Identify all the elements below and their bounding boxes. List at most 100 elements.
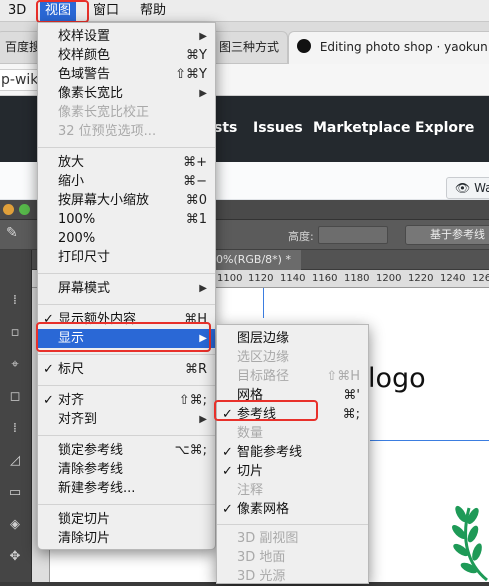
menu-item-label: 切片 (237, 464, 264, 479)
submenu-item-smart-guides[interactable]: ✓ 智能参考线 (217, 443, 368, 462)
view-menu: 校样设置 ▶ 校样颜色 ⌘Y 色域警告 ⇧⌘Y 像素长宽比 ▶ 像素长宽比校正 32 位… (37, 22, 216, 550)
laurel-wreath-icon (452, 505, 488, 582)
browser-tab[interactable]: 图三种方式 (210, 31, 288, 64)
menu-item-32bit-preview: 32 位预览选项... (38, 122, 215, 141)
menu-item-200-percent[interactable]: 200% (38, 229, 215, 248)
menu-item-label: 打印尺寸 (58, 250, 111, 265)
tool-icon[interactable]: ▫ (0, 322, 30, 344)
menu-item-clear-slices[interactable]: 清除切片 (38, 529, 215, 548)
nav-link[interactable]: sts (214, 120, 237, 136)
menu-separator (38, 273, 215, 274)
nav-link-marketplace[interactable]: Marketplace (313, 120, 410, 136)
checkmark-icon: ✓ (222, 502, 233, 517)
from-guides-button[interactable]: 基于参考线 (405, 225, 489, 245)
submenu-item-layer-edges[interactable]: 图层边缘 (217, 329, 368, 348)
menu-item-lock-guides[interactable]: 锁定参考线 ⌥⌘; (38, 441, 215, 460)
tool-icon[interactable]: ◻ (0, 386, 30, 408)
submenu-item-target-path: 目标路径 ⇧⌘H (217, 367, 368, 386)
submenu-item-selection-edges: 选区边缘 (217, 348, 368, 367)
menu-help[interactable]: 帮助 (135, 0, 171, 22)
shortcut: ⌘' (343, 388, 360, 403)
minimize-window-button[interactable] (3, 204, 14, 215)
menu-item-proof-setup[interactable]: 校样设置 ▶ (38, 27, 215, 46)
shortcut: ⌘− (183, 174, 207, 189)
ruler-tick-label: 1120 (248, 273, 274, 284)
menu-item-label: 3D 地面 (237, 550, 286, 565)
tool-icon[interactable]: ✥ (0, 546, 30, 568)
menu-item-label: 标尺 (58, 362, 85, 377)
menu-item-screen-mode[interactable]: 屏幕模式 ▶ (38, 279, 215, 298)
menu-item-label: 选区边缘 (237, 350, 290, 365)
tool-icon[interactable]: ⌖ (0, 354, 30, 376)
shortcut: ⌘0 (185, 193, 207, 208)
menu-item-gamut-warning[interactable]: 色域警告 ⇧⌘Y (38, 65, 215, 84)
tool-icon[interactable]: ⁞ (0, 290, 30, 312)
menu-item-rulers[interactable]: ✓ 标尺 ⌘R (38, 360, 215, 379)
menu-item-zoom-out[interactable]: 缩小 ⌘− (38, 172, 215, 191)
tool-icon[interactable]: ⁞ (0, 418, 30, 440)
submenu-item-slices[interactable]: ✓ 切片 (217, 462, 368, 481)
menu-item-label: 清除参考线 (58, 462, 124, 477)
shortcut: ⇧⌘Y (175, 67, 207, 82)
menu-item-pixel-aspect-correction: 像素长宽比校正 (38, 103, 215, 122)
menu-item-zoom-in[interactable]: 放大 ⌘+ (38, 153, 215, 172)
menu-item-label: 对齐到 (58, 412, 98, 427)
nav-link-issues[interactable]: Issues (253, 120, 303, 136)
tab-label: Editing photo shop · yaokun1 (319, 40, 489, 54)
menu-item-proof-colors[interactable]: 校样颜色 ⌘Y (38, 46, 215, 65)
highlight-show-item (36, 322, 211, 352)
tool-icon[interactable]: ◿ (0, 450, 30, 472)
menu-separator (38, 304, 215, 305)
shortcut: ⇧⌘; (178, 393, 207, 408)
brush-icon[interactable]: ✎ (6, 225, 18, 241)
ruler-tick-label: 1160 (312, 273, 338, 284)
height-label: 高度: (288, 230, 314, 243)
watch-label: Wa (474, 181, 489, 195)
menu-item-label: 像素长宽比校正 (58, 105, 150, 120)
menu-3d[interactable]: 3D (3, 0, 31, 22)
menu-item-label: 目标路径 (237, 369, 290, 384)
menu-item-100-percent[interactable]: 100% ⌘1 (38, 210, 215, 229)
shortcut: ⌘R (184, 362, 207, 377)
nav-link-explore[interactable]: Explore (415, 120, 474, 136)
submenu-arrow-icon: ▶ (199, 88, 207, 99)
eye-icon: 👁 (455, 181, 471, 195)
menu-separator (38, 435, 215, 436)
menu-separator (38, 147, 215, 148)
submenu-item-pixel-grid[interactable]: ✓ 像素网格 (217, 500, 368, 519)
zoom-window-button[interactable] (19, 204, 30, 215)
submenu-item-3d-secondary-view: 3D 副视图 (217, 529, 368, 548)
shortcut: ⌘; (342, 407, 360, 422)
menu-window[interactable]: 窗口 (88, 0, 124, 22)
menu-item-snap-to[interactable]: 对齐到 ▶ (38, 410, 215, 429)
menu-item-label: 校样设置 (58, 29, 111, 44)
menu-item-label: 校样颜色 (58, 48, 111, 63)
guide-line-horizontal[interactable] (370, 440, 489, 441)
tool-icon[interactable]: ▭ (0, 482, 30, 504)
checkmark-icon: ✓ (222, 445, 233, 460)
menu-item-label: 清除切片 (58, 531, 111, 546)
canvas-logo-text: logo (368, 363, 426, 394)
menu-item-label: 屏幕模式 (58, 281, 111, 296)
menu-item-pixel-aspect-ratio[interactable]: 像素长宽比 ▶ (38, 84, 215, 103)
menu-item-print-size[interactable]: 打印尺寸 (38, 248, 215, 267)
height-input[interactable] (318, 226, 388, 244)
submenu-item-count: 数量 (217, 424, 368, 443)
document-tab[interactable]: 0%(RGB/8*) * (212, 250, 301, 270)
highlight-guides-item (214, 400, 318, 421)
browser-tab-active[interactable]: Editing photo shop · yaokun1 (288, 31, 489, 64)
menu-item-label: 注释 (237, 483, 264, 498)
menu-item-new-guide[interactable]: 新建参考线... (38, 479, 215, 498)
shortcut: ⌥⌘; (174, 443, 207, 458)
menu-item-clear-guides[interactable]: 清除参考线 (38, 460, 215, 479)
menu-item-snap[interactable]: ✓ 对齐 ⇧⌘; (38, 391, 215, 410)
tool-icon[interactable]: ◈ (0, 514, 30, 536)
watch-button[interactable]: 👁 Wa (446, 177, 489, 199)
menu-item-lock-slices[interactable]: 锁定切片 (38, 510, 215, 529)
submenu-arrow-icon: ▶ (199, 31, 207, 42)
menu-item-fit-on-screen[interactable]: 按屏幕大小缩放 ⌘0 (38, 191, 215, 210)
guide-line-vertical[interactable] (263, 288, 264, 318)
menu-item-label: 3D 副视图 (237, 531, 299, 546)
menu-separator (38, 504, 215, 505)
submenu-item-notes: 注释 (217, 481, 368, 500)
